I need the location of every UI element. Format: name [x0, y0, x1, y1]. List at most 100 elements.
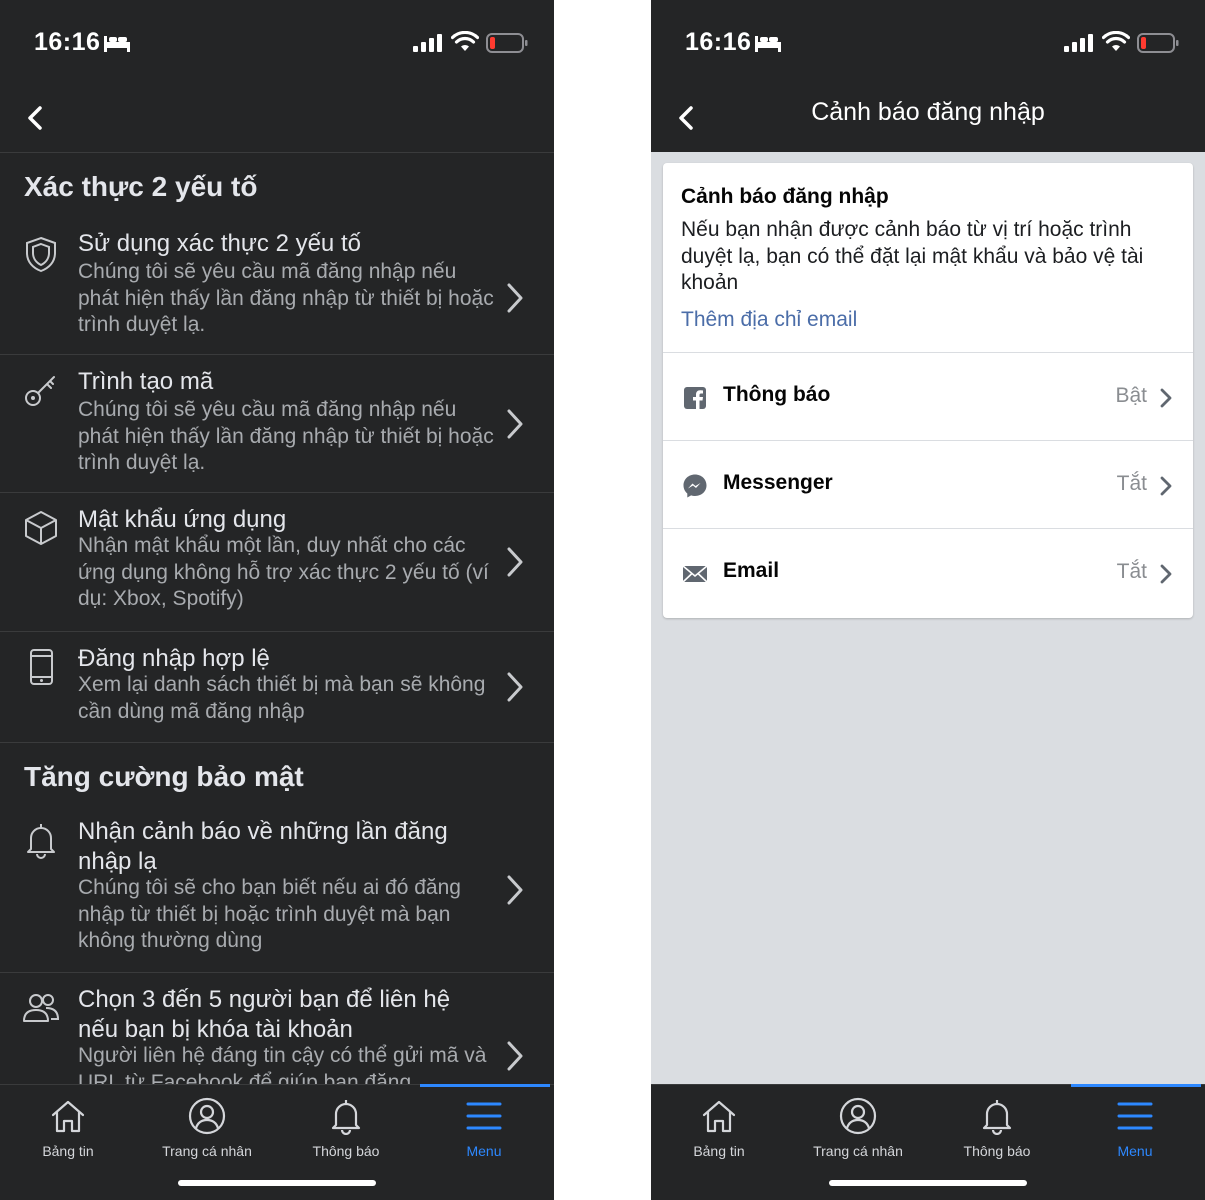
tab-menu[interactable]: Menu [424, 1097, 544, 1159]
chevron-right-icon [1160, 564, 1172, 584]
login-alerts-content: Cảnh báo đăng nhập Nếu bạn nhận được cản… [651, 152, 1205, 1084]
menu-icon [466, 1102, 502, 1130]
list-item-app-passwords[interactable]: Mật khẩu ứng dụng Nhận mật khẩu một lần,… [0, 493, 554, 631]
page-title: Cảnh báo đăng nhập [811, 98, 1045, 126]
tab-label: Bảng tin [42, 1143, 94, 1159]
shield-icon [26, 236, 56, 273]
battery-icon [486, 33, 528, 53]
chevron-right-icon [507, 409, 523, 439]
list-item-code-generator[interactable]: Trình tạo mã Chúng tôi sẽ yêu cầu mã đăn… [0, 355, 554, 492]
item-description: Chúng tôi sẽ yêu cầu mã đăng nhập nếu ph… [78, 398, 494, 474]
tab-label: Bảng tin [693, 1143, 745, 1159]
home-indicator[interactable] [178, 1180, 376, 1186]
home-icon [702, 1100, 736, 1133]
security-settings-list: Xác thực 2 yếu tố Sử dụng xác thực 2 yếu… [0, 152, 554, 1084]
chevron-right-icon [507, 672, 523, 702]
chevron-right-icon [507, 1041, 523, 1071]
status-bar: 16:16 [0, 0, 554, 88]
chevron-right-icon [507, 875, 523, 905]
list-item-login-alerts[interactable]: Nhận cảnh báo về những lần đăng nhập lạ … [0, 817, 554, 972]
section-heading-2fa: Xác thực 2 yếu tố [24, 171, 258, 202]
cube-icon [25, 511, 57, 545]
messenger-icon [683, 474, 707, 498]
item-description: Chúng tôi sẽ cho bạn biết nếu ai đó đăng… [78, 876, 461, 952]
chevron-left-icon [28, 106, 42, 130]
sleep-icon [755, 36, 781, 52]
chevron-right-icon [1160, 476, 1172, 496]
tab-label: Trang cá nhân [813, 1143, 903, 1159]
list-item-trusted-contacts[interactable]: Chọn 3 đến 5 người bạn để liên hệ nếu bạ… [0, 973, 554, 1084]
login-alerts-card: Cảnh báo đăng nhập Nếu bạn nhận được cản… [663, 163, 1193, 618]
tab-menu[interactable]: Menu [1075, 1097, 1195, 1159]
tab-label: Trang cá nhân [162, 1143, 252, 1159]
item-title: Trình tạo mã [78, 368, 214, 395]
item-title: Sử dụng xác thực 2 yếu tố [78, 230, 361, 257]
signal-icon [413, 34, 442, 52]
item-title: Mật khẩu ứng dụng [78, 506, 287, 533]
battery-icon [1137, 33, 1179, 53]
signal-icon [1064, 34, 1093, 52]
item-description: Xem lại danh sách thiết bị mà bạn sẽ khô… [78, 673, 486, 723]
profile-icon [188, 1097, 226, 1135]
people-icon [23, 994, 60, 1022]
row-label: Email [723, 559, 780, 582]
card-description: Nếu bạn nhận được cảnh báo từ vị trí hoặ… [681, 218, 1144, 294]
tab-profile[interactable]: Trang cá nhân [147, 1097, 267, 1159]
alert-row-messenger[interactable]: Messenger Tắt [663, 440, 1193, 528]
item-title: Đăng nhập hợp lệ [78, 645, 270, 672]
home-indicator[interactable] [829, 1180, 1027, 1186]
row-status: Tắt [1116, 560, 1147, 583]
wifi-icon [451, 31, 479, 51]
tab-profile[interactable]: Trang cá nhân [798, 1097, 918, 1159]
back-button[interactable] [20, 96, 54, 140]
sleep-icon [104, 36, 130, 52]
item-description: Người liên hệ đáng tin cậy có thể gửi mã… [78, 1044, 487, 1084]
nav-bar: Cảnh báo đăng nhập [651, 88, 1205, 152]
chevron-right-icon [507, 283, 523, 313]
envelope-icon [682, 565, 708, 583]
alert-row-email[interactable]: Email Tắt [663, 528, 1193, 616]
section-heading-security: Tăng cường bảo mật [24, 761, 304, 792]
menu-icon [1117, 1102, 1153, 1130]
list-item-authorized-logins[interactable]: Đăng nhập hợp lệ Xem lại danh sách thiết… [0, 632, 554, 742]
tab-label: Thông báo [312, 1143, 380, 1159]
list-item-use-2fa[interactable]: Sử dụng xác thực 2 yếu tố Chúng tôi sẽ y… [0, 230, 554, 354]
tab-label: Thông báo [963, 1143, 1031, 1159]
tab-label: Menu [1117, 1143, 1153, 1159]
row-status: Tắt [1116, 472, 1147, 495]
row-label: Thông báo [723, 383, 831, 406]
item-description: Nhận mật khẩu một lần, duy nhất cho các … [78, 534, 489, 610]
row-status: Bật [1115, 384, 1147, 407]
nav-bar [0, 88, 554, 152]
key-icon [25, 376, 55, 406]
bell-icon [27, 824, 55, 859]
item-title: Nhận cảnh báo về những lần đăng nhập lạ [78, 818, 448, 875]
left-screen: 16:16 Xác thực 2 yếu tố Sử dụng xác thực… [0, 0, 554, 1200]
wifi-icon [1102, 31, 1130, 51]
row-label: Messenger [723, 471, 833, 494]
status-time: 16:16 [685, 28, 752, 56]
home-icon [51, 1100, 85, 1133]
tab-label: Menu [466, 1143, 502, 1159]
right-screen: 16:16 Cảnh báo đăng nhập Cảnh báo đăng n… [651, 0, 1205, 1200]
alert-row-notifications[interactable]: Thông báo Bật [663, 352, 1193, 440]
item-description: Chúng tôi sẽ yêu cầu mã đăng nhập nếu ph… [78, 260, 494, 336]
tab-news-feed[interactable]: Bảng tin [659, 1097, 779, 1159]
card-title: Cảnh báo đăng nhập [681, 185, 889, 208]
facebook-icon [684, 387, 706, 409]
status-time: 16:16 [34, 28, 101, 56]
item-title: Chọn 3 đến 5 người bạn để liên hệ nếu bạ… [78, 986, 451, 1043]
tab-notifications[interactable]: Thông báo [937, 1097, 1057, 1159]
tab-notifications[interactable]: Thông báo [286, 1097, 406, 1159]
chevron-right-icon [1160, 388, 1172, 408]
active-tab-indicator [420, 1084, 550, 1087]
tab-news-feed[interactable]: Bảng tin [8, 1097, 128, 1159]
active-tab-indicator [1071, 1084, 1201, 1087]
status-bar: 16:16 [651, 0, 1205, 88]
profile-icon [839, 1097, 877, 1135]
bell-icon [982, 1100, 1012, 1135]
chevron-right-icon [507, 547, 523, 577]
add-email-link[interactable]: Thêm địa chỉ email [681, 308, 857, 332]
phone-icon [30, 649, 53, 685]
bell-icon [331, 1100, 361, 1135]
